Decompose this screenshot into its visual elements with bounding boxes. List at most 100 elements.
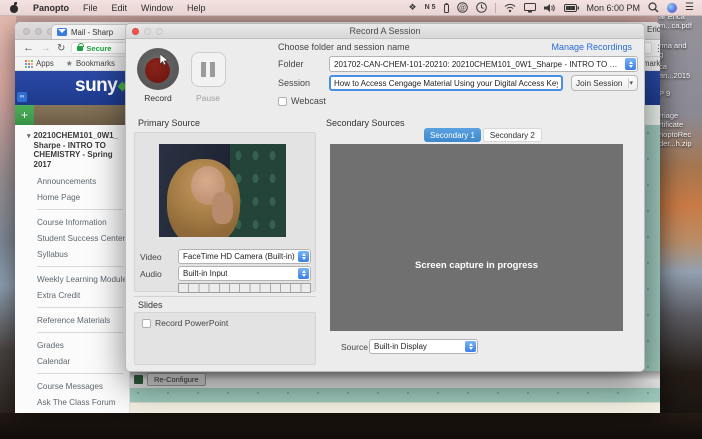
sidebar-item-grades[interactable]: Grades	[27, 337, 125, 353]
link-badge-icon[interactable]: ∞	[17, 92, 27, 102]
dialog-window-controls[interactable]	[132, 28, 163, 35]
choose-folder-heading: Choose folder and session name	[278, 42, 410, 52]
sidebar-group: Course Messages Ask The Class Forum	[27, 378, 125, 410]
apps-grid-icon	[25, 60, 33, 68]
course-header: ▾ 20210CHEM101_0W1_Sharpe - INTRO TO CHE…	[27, 131, 125, 169]
sidebar-item-weekly-learning-modules[interactable]: Weekly Learning Modules	[27, 271, 125, 287]
sidebar-item-calendar[interactable]: Calendar	[27, 353, 125, 369]
clock-icon[interactable]	[476, 2, 487, 14]
dialog-zoom-icon[interactable]	[156, 28, 163, 35]
menu-file[interactable]: File	[83, 3, 98, 13]
tab-secondary-1[interactable]: Secondary 1	[424, 128, 481, 142]
record-button[interactable]	[137, 48, 179, 90]
bookmarks-label: Bookmarks	[76, 59, 115, 68]
page-gray-band: Re-Configure	[130, 371, 660, 388]
bookmark-apps[interactable]: Apps	[25, 59, 54, 68]
desktop-icon-label[interactable]: P 9	[659, 90, 670, 98]
sidebar-group: Course Information Student Success Cente…	[27, 214, 125, 262]
webcast-checkbox[interactable]	[278, 97, 287, 106]
source-select[interactable]: Built-in Display	[369, 339, 478, 354]
desktop-icon-label[interactable]: der...h.zip	[659, 140, 692, 148]
join-session-button[interactable]: Join Session ▾	[571, 75, 638, 91]
primary-source-heading: Primary Source	[138, 118, 200, 128]
dialog-minimize-icon[interactable]	[144, 28, 151, 35]
sidebar-item-course-information[interactable]: Course Information	[27, 214, 125, 230]
sidebar-item-announcements[interactable]: Announcements	[27, 173, 125, 189]
menu-window[interactable]: Window	[141, 3, 173, 13]
sidebar-group: Weekly Learning Modules Extra Credit	[27, 271, 125, 303]
secure-label: Secure	[86, 44, 111, 53]
tab-secondary-2[interactable]: Secondary 2	[483, 128, 542, 142]
volume-icon[interactable]	[544, 2, 556, 14]
source-label: Source	[341, 342, 368, 352]
page-small-icon	[134, 375, 143, 384]
sidebar-divider	[37, 209, 123, 210]
manage-recordings-link[interactable]: Manage Recordings	[551, 42, 632, 52]
video-select[interactable]: FaceTime HD Camera (Built-in)	[178, 249, 311, 264]
chevron-down-icon[interactable]: ▾	[27, 132, 31, 169]
menu-help[interactable]: Help	[187, 3, 206, 13]
webcast-row: Webcast	[278, 96, 326, 106]
back-icon[interactable]: ←	[23, 43, 34, 54]
desktop-icon-label[interactable]: rriage	[659, 112, 678, 120]
bookmark-bookmarks[interactable]: ★ Bookmarks	[66, 59, 115, 68]
record-powerpoint-checkbox[interactable]	[142, 319, 151, 328]
video-label: Video	[140, 252, 162, 262]
other-bookmarks-tail[interactable]: marks	[643, 59, 660, 68]
add-content-button[interactable]: +	[15, 105, 34, 125]
dropbox-icon[interactable]: ❖	[409, 2, 417, 14]
close-window-icon[interactable]	[23, 28, 30, 35]
webcam-preview	[159, 144, 286, 237]
sidebar-item-course-messages[interactable]: Course Messages	[27, 378, 125, 394]
spotlight-icon[interactable]	[648, 2, 659, 14]
notification-center-icon[interactable]: ☰	[685, 2, 694, 14]
secure-padlock-icon	[77, 46, 83, 51]
siri-icon[interactable]	[667, 3, 677, 13]
desktop-icon-label[interactable]: rma and	[659, 42, 687, 50]
profile-name[interactable]: Erica	[647, 25, 660, 34]
tab-title: Mail - Sharp	[71, 28, 113, 37]
select-stepper-icon	[625, 58, 636, 70]
audio-select[interactable]: Built-in Input	[178, 266, 311, 281]
sidebar-item-home-page[interactable]: Home Page	[27, 189, 125, 205]
sidebar-item-reference-materials[interactable]: Reference Materials	[27, 312, 125, 328]
desktop-icon-label[interactable]: ca	[659, 63, 667, 71]
battery-vertical-icon[interactable]	[444, 2, 449, 14]
session-name-input[interactable]	[329, 75, 563, 91]
minimize-window-icon[interactable]	[35, 28, 42, 35]
window-controls[interactable]	[23, 28, 54, 35]
desktop-icon-label[interactable]: an...2015	[659, 72, 690, 80]
forward-icon[interactable]: →	[40, 43, 51, 54]
notification-count-icon[interactable]: N 5	[425, 2, 436, 14]
menu-edit[interactable]: Edit	[112, 3, 128, 13]
sidebar-item-student-success-center[interactable]: Student Success Center	[27, 230, 125, 246]
apple-menu-icon[interactable]	[10, 3, 19, 13]
desktop-icon-labels: ar Erica m...ca.pdf rma and g ca an...20…	[659, 13, 702, 173]
sidebar-item-ask-the-class-forum[interactable]: Ask The Class Forum	[27, 394, 125, 410]
desktop-icon-label[interactable]: noptoRec	[659, 131, 691, 139]
browser-menu-icon[interactable]: ⋮	[654, 43, 660, 54]
reconfigure-button[interactable]: Re-Configure	[147, 373, 206, 386]
screen: ar Erica m...ca.pdf rma and g ca an...20…	[0, 0, 702, 439]
sidebar-item-extra-credit[interactable]: Extra Credit	[27, 287, 125, 303]
pause-bar-icon	[201, 62, 206, 77]
course-sidebar: ▾ 20210CHEM101_0W1_Sharpe - INTRO TO CHE…	[15, 125, 130, 413]
desktop-icon-label[interactable]: m...ca.pdf	[659, 22, 692, 30]
menubar-clock[interactable]: Mon 6:00 PM	[587, 3, 641, 13]
audio-value: Built-in Input	[183, 269, 227, 278]
desktop-icon-label[interactable]: rtificate	[659, 121, 683, 129]
display-icon[interactable]	[524, 2, 536, 14]
reload-icon[interactable]: ↻	[57, 43, 65, 54]
sidebar-group: Grades Calendar	[27, 337, 125, 369]
dialog-title-bar[interactable]: Record A Session	[126, 24, 644, 39]
pause-button[interactable]	[191, 52, 226, 87]
page-footer-strip	[130, 402, 660, 413]
folder-select[interactable]: 201702-CAN-CHEM-101-20210: 20210CHEM101_…	[329, 56, 638, 72]
menu-panopto[interactable]: Panopto	[33, 3, 69, 13]
screen-capture-preview: Screen capture in progress	[330, 144, 623, 331]
battery-icon[interactable]	[564, 2, 579, 14]
sidebar-item-syllabus[interactable]: Syllabus	[27, 246, 125, 262]
at-circle-icon[interactable]: @	[457, 2, 468, 14]
dialog-close-icon[interactable]	[132, 28, 139, 35]
wifi-icon[interactable]	[504, 2, 516, 14]
